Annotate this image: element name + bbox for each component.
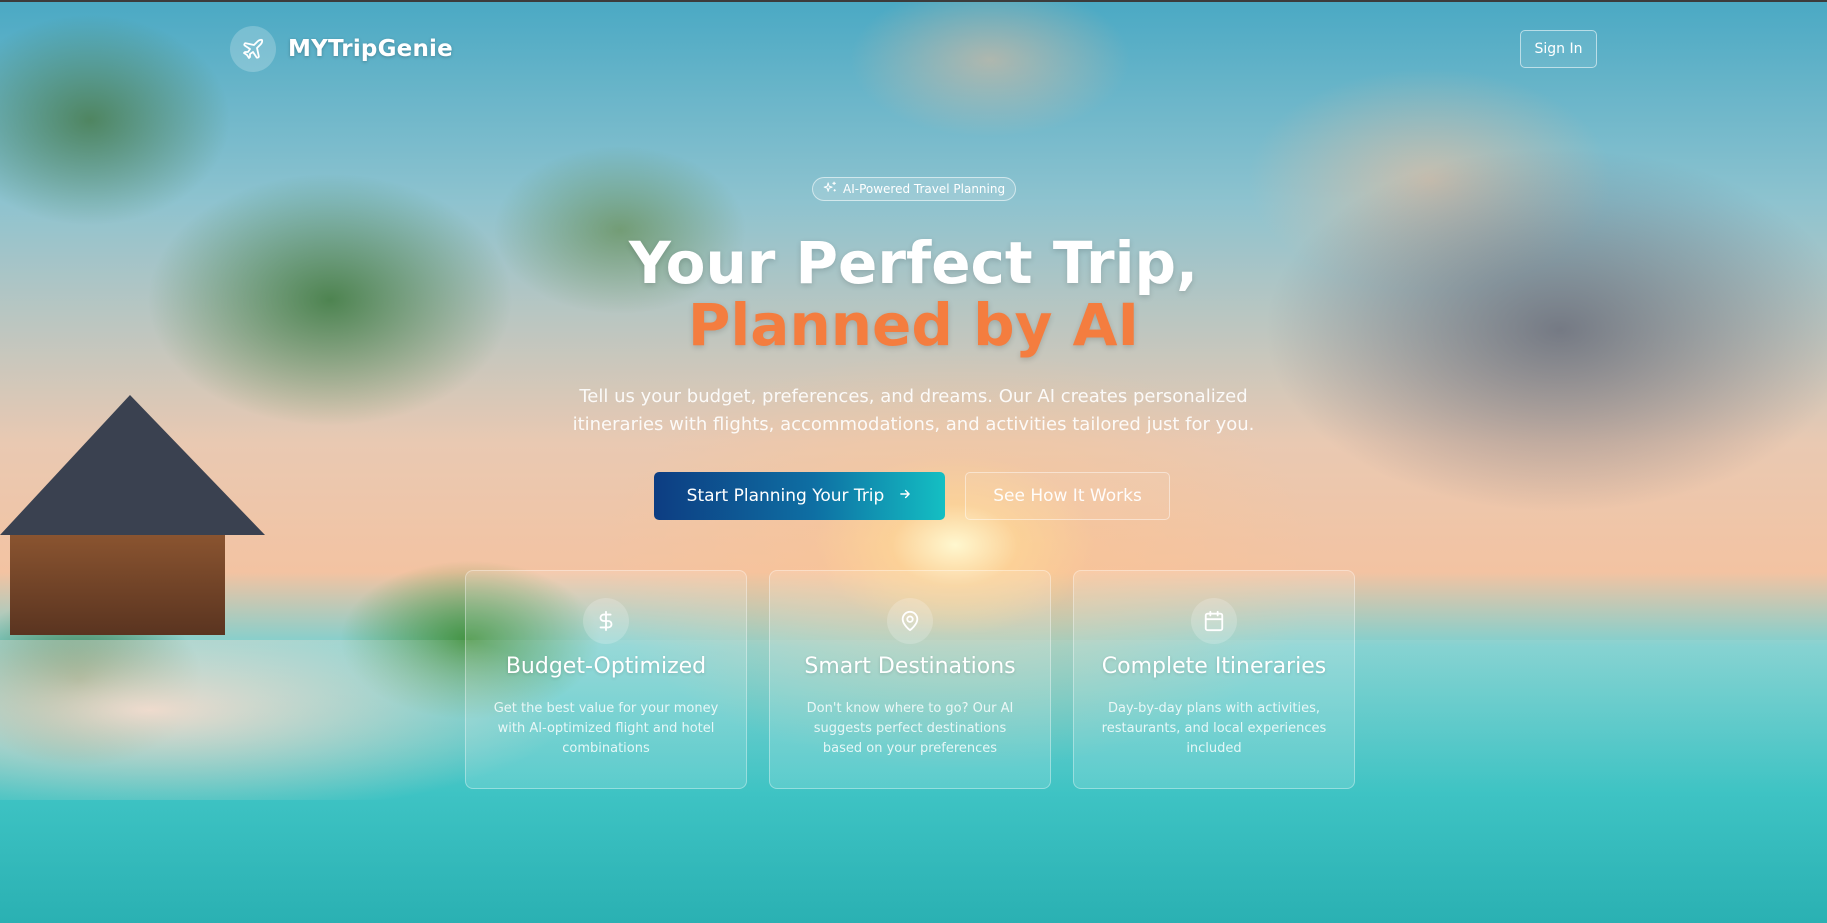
arrow-right-icon (898, 486, 912, 506)
feature-card-budget: Budget-Optimized Get the best value for … (465, 570, 747, 789)
badge-label: AI-Powered Travel Planning (843, 182, 1006, 196)
hero-subtitle: Tell us your budget, preferences, and dr… (572, 386, 1255, 435)
feature-title: Smart Destinations (804, 654, 1016, 679)
see-how-it-works-button[interactable]: See How It Works (965, 472, 1170, 520)
map-pin-icon (887, 598, 933, 644)
calendar-icon (1191, 598, 1237, 644)
top-border (0, 0, 1827, 2)
feature-cards: Budget-Optimized Get the best value for … (465, 570, 1355, 789)
hero-title-line1: Your Perfect Trip, (628, 229, 1199, 297)
feature-card-destinations: Smart Destinations Don't know where to g… (769, 570, 1051, 789)
ai-badge: AI-Powered Travel Planning (812, 177, 1017, 201)
hero-title: Your Perfect Trip, Planned by AI (0, 232, 1827, 356)
feature-card-itineraries: Complete Itineraries Day-by-day plans wi… (1073, 570, 1355, 789)
start-planning-button[interactable]: Start Planning Your Trip (654, 472, 945, 520)
feature-title: Budget-Optimized (505, 654, 707, 679)
site-header: MYTripGenie Sign In (0, 0, 1827, 100)
sparkles-icon (823, 181, 837, 198)
feature-description: Get the best value for your money with A… (493, 701, 719, 756)
sign-in-button[interactable]: Sign In (1520, 30, 1597, 68)
hut (10, 535, 225, 635)
hero-title-line2: Planned by AI (687, 291, 1140, 359)
hut-roof (0, 395, 265, 535)
logo[interactable]: MYTripGenie (230, 26, 453, 72)
brand-name: MYTripGenie (288, 36, 453, 62)
feature-description: Day-by-day plans with activities, restau… (1101, 701, 1327, 756)
feature-description: Don't know where to go? Our AI suggests … (806, 701, 1014, 756)
dollar-icon (583, 598, 629, 644)
airplane-icon (230, 26, 276, 72)
feature-title: Complete Itineraries (1101, 654, 1327, 679)
start-planning-label: Start Planning Your Trip (686, 486, 885, 506)
